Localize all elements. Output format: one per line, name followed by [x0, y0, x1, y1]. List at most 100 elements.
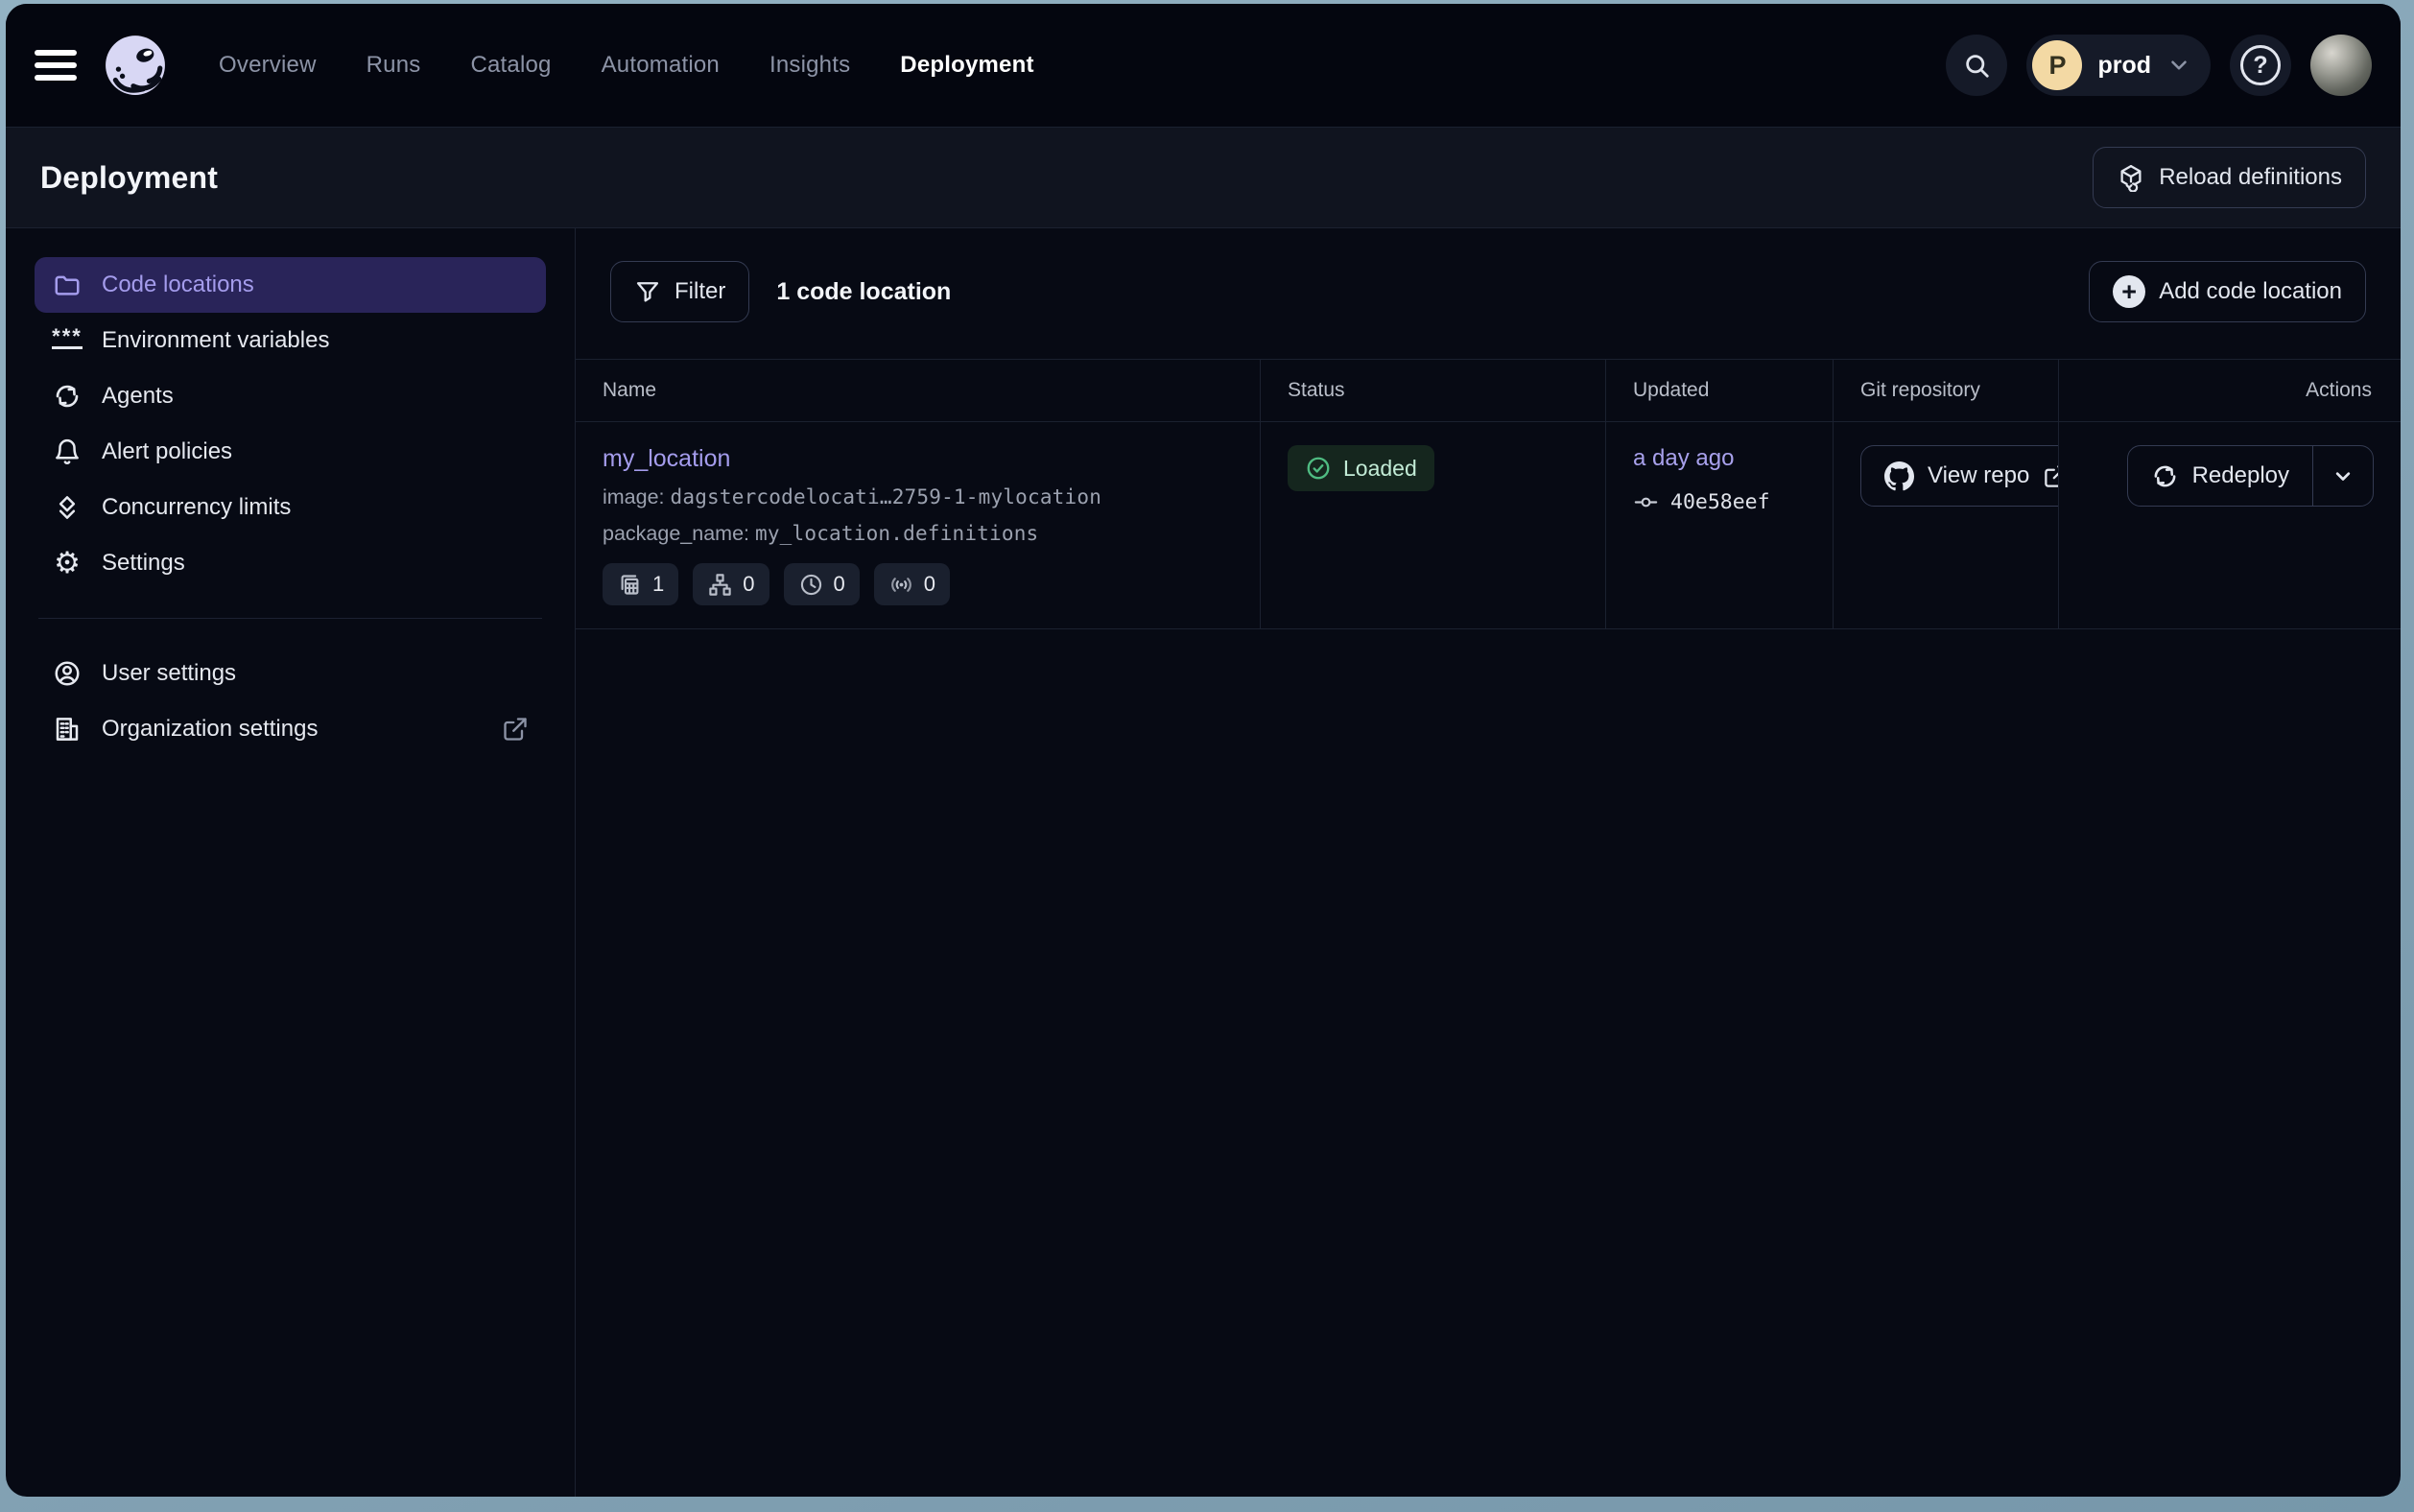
environment-avatar: P [2032, 40, 2082, 90]
assets-icon [617, 572, 643, 598]
filter-button[interactable]: Filter [610, 261, 749, 322]
jobs-icon [707, 572, 733, 598]
definition-count-badges: 1 [603, 563, 1233, 605]
app-window: Overview Runs Catalog Automation Insight… [6, 4, 2401, 1497]
column-header-name: Name [576, 360, 1261, 421]
view-repo-label: View repo [1928, 462, 2029, 489]
redeploy-split-button: Redeploy [2127, 445, 2374, 507]
sidebar-item-environment-variables[interactable]: *** Environment variables [35, 313, 546, 368]
sidebar-item-label: Environment variables [102, 327, 329, 354]
gear-icon: ⚙ [52, 548, 83, 579]
help-button[interactable]: ? [2230, 35, 2291, 96]
plus-circle-icon: + [2113, 275, 2145, 308]
external-link-icon [2043, 463, 2059, 489]
environment-switcher[interactable]: P prod [2026, 35, 2211, 96]
filter-label: Filter [674, 278, 725, 305]
chevron-down-icon [2166, 53, 2191, 78]
image-label: image: [603, 485, 665, 508]
commit-icon [1633, 489, 1659, 515]
sidebar-item-organization-settings[interactable]: Organization settings [35, 701, 546, 757]
env-vars-icon: *** [52, 325, 83, 356]
add-code-location-button[interactable]: + Add code location [2089, 261, 2366, 322]
commit-line: 40e58eef [1633, 489, 1806, 515]
image-value: dagstercodelocati…2759-1-mylocation [671, 485, 1102, 508]
search-icon [1962, 51, 1991, 80]
top-nav: Overview Runs Catalog Automation Insight… [6, 4, 2401, 127]
schedules-icon [798, 572, 824, 598]
top-nav-right: P prod ? [1946, 35, 2372, 96]
redeploy-refresh-icon [2151, 462, 2179, 490]
sidebar-item-alert-policies[interactable]: Alert policies [35, 424, 546, 480]
building-icon [52, 714, 83, 744]
assets-count: 1 [652, 572, 664, 597]
layers-icon [52, 492, 83, 523]
page-title: Deployment [40, 160, 218, 196]
nav-item-automation[interactable]: Automation [602, 52, 720, 79]
hamburger-menu-icon[interactable] [35, 50, 77, 81]
chevron-down-icon [2330, 462, 2356, 489]
nav-item-runs[interactable]: Runs [367, 52, 421, 79]
nav-item-catalog[interactable]: Catalog [470, 52, 551, 79]
primary-nav: Overview Runs Catalog Automation Insight… [219, 52, 1034, 79]
view-repo-button[interactable]: View repo [1860, 445, 2059, 507]
code-locations-table: Name Status Updated Git repository Actio… [576, 359, 2401, 629]
add-code-location-label: Add code location [2159, 278, 2342, 305]
reload-definitions-label: Reload definitions [2159, 164, 2342, 191]
status-label: Loaded [1343, 456, 1417, 482]
image-meta-line: image: dagstercodelocati…2759-1-mylocati… [603, 485, 1233, 509]
sidebar-item-code-locations[interactable]: Code locations [35, 257, 546, 313]
sidebar-item-label: Organization settings [102, 716, 318, 743]
column-header-status: Status [1261, 360, 1606, 421]
user-avatar[interactable] [2310, 35, 2372, 96]
sidebar-item-agents[interactable]: Agents [35, 368, 546, 424]
question-mark-icon: ? [2240, 45, 2281, 85]
external-link-icon [502, 716, 529, 743]
column-header-updated: Updated [1606, 360, 1834, 421]
nav-item-insights[interactable]: Insights [769, 52, 850, 79]
app-body: Code locations *** Environment variables… [6, 228, 2401, 1497]
package-meta-line: package_name: my_location.definitions [603, 522, 1233, 546]
nav-item-overview[interactable]: Overview [219, 52, 317, 79]
sensors-count: 0 [924, 572, 935, 597]
status-badge: Loaded [1288, 445, 1434, 491]
package-label: package_name: [603, 522, 749, 545]
sidebar-item-label: Alert policies [102, 438, 232, 465]
sidebar-divider [38, 618, 542, 619]
column-header-git-repository: Git repository [1834, 360, 2059, 421]
folder-icon [52, 270, 83, 300]
schedules-count-badge[interactable]: 0 [784, 563, 860, 605]
sidebar-item-label: Code locations [102, 272, 254, 298]
redeploy-more-button[interactable] [2313, 446, 2373, 506]
page-header: Deployment Reload definitions [6, 127, 2401, 228]
table-row: my_location image: dagstercodelocati…275… [576, 422, 2401, 629]
updated-time-link[interactable]: a day ago [1633, 445, 1734, 472]
reload-cube-icon [2117, 163, 2145, 192]
code-location-link[interactable]: my_location [603, 445, 730, 473]
sensors-icon [888, 572, 914, 598]
redeploy-button[interactable]: Redeploy [2128, 446, 2312, 506]
jobs-count: 0 [743, 572, 754, 597]
sidebar-item-concurrency-limits[interactable]: Concurrency limits [35, 480, 546, 535]
sensors-count-badge[interactable]: 0 [874, 563, 950, 605]
nav-item-deployment[interactable]: Deployment [900, 52, 1033, 79]
jobs-count-badge[interactable]: 0 [693, 563, 769, 605]
toolbar: Filter 1 code location + Add code locati… [576, 228, 2401, 359]
redeploy-label: Redeploy [2192, 462, 2289, 489]
code-location-count: 1 code location [776, 278, 951, 306]
assets-count-badge[interactable]: 1 [603, 563, 678, 605]
dagster-logo-icon[interactable] [104, 34, 167, 97]
sidebar-item-user-settings[interactable]: User settings [35, 646, 546, 701]
sidebar-item-settings[interactable]: ⚙ Settings [35, 535, 546, 591]
bell-icon [52, 437, 83, 467]
search-button[interactable] [1946, 35, 2007, 96]
sidebar-item-label: User settings [102, 660, 236, 687]
sidebar-item-label: Agents [102, 383, 174, 410]
name-cell: my_location image: dagstercodelocati…275… [576, 422, 1261, 628]
updated-cell: a day ago 40e58eef [1606, 422, 1834, 628]
code-locations-content: Filter 1 code location + Add code locati… [576, 228, 2401, 1497]
check-circle-icon [1305, 455, 1332, 482]
schedules-count: 0 [834, 572, 845, 597]
reload-definitions-button[interactable]: Reload definitions [2093, 147, 2366, 208]
sidebar-item-label: Settings [102, 550, 185, 577]
agents-cycle-icon [52, 381, 83, 412]
